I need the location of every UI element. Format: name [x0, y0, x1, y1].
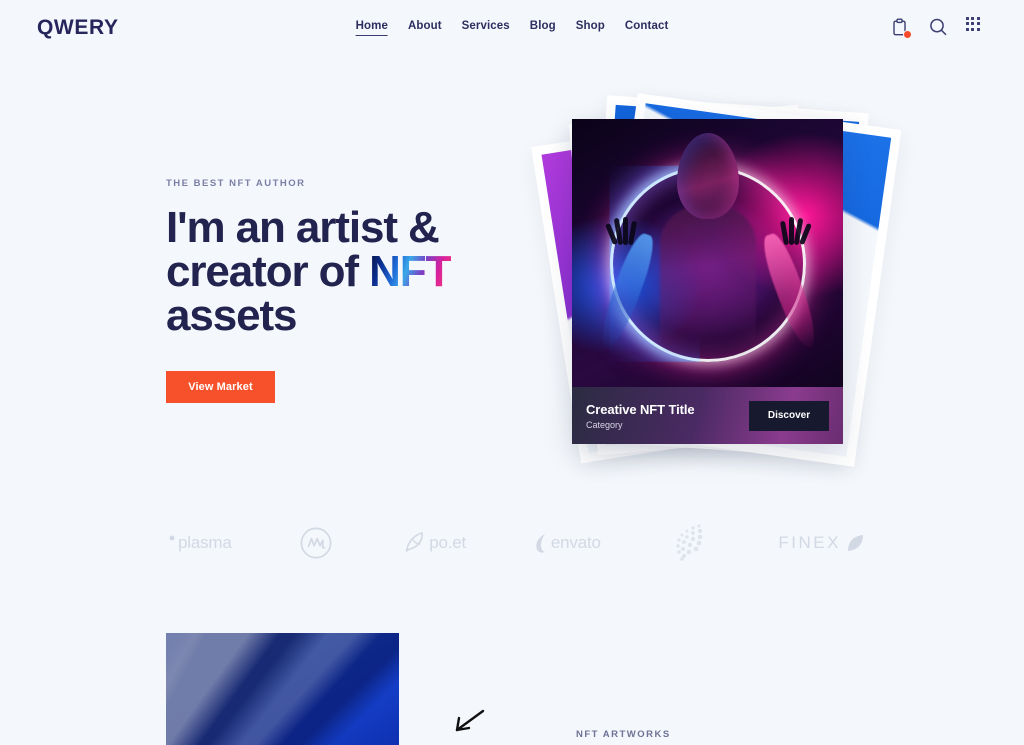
nav-item-about[interactable]: About: [408, 20, 442, 36]
site-header: QWERY Home About Services Blog Shop Cont…: [0, 0, 1024, 56]
partner-logo-envato[interactable]: envato: [534, 522, 601, 564]
partner-label-plasma: plasma: [178, 533, 232, 552]
nft-artwork-thumbnail[interactable]: [166, 633, 399, 745]
cart-badge: [903, 30, 912, 39]
hero-title-highlight: NFT: [369, 247, 452, 296]
grid-dot: [976, 27, 980, 31]
partner-logo-finex[interactable]: FINEX: [778, 522, 866, 564]
discover-button[interactable]: Discover: [749, 400, 829, 431]
partner-logo-strip: plasma po.et envato FINEX: [166, 518, 866, 568]
grid-dot: [966, 22, 969, 26]
grid-dot: [976, 17, 980, 20]
view-market-button[interactable]: View Market: [166, 371, 275, 403]
nft-card-category: Category: [586, 419, 623, 430]
nav-item-blog[interactable]: Blog: [530, 20, 556, 36]
partner-label-envato: envato: [550, 533, 601, 552]
nav-item-services[interactable]: Services: [462, 20, 510, 36]
nft-card-title: Creative NFT Title: [586, 401, 695, 417]
hero-eyebrow: THE BEST NFT AUTHOR: [166, 178, 306, 189]
partner-logo-coinmarketcap[interactable]: [299, 522, 333, 564]
cart-icon[interactable]: [890, 17, 912, 39]
hero-title-line-2: creator of: [166, 247, 370, 296]
nft-card-stack: Creative NFT Title Category Discover: [531, 93, 902, 467]
site-logo[interactable]: QWERY: [37, 16, 119, 40]
nft-card-text: Creative NFT Title Category: [586, 402, 749, 430]
grid-dot: [971, 17, 975, 20]
grid-dot: [966, 27, 969, 31]
nav-item-shop[interactable]: Shop: [576, 20, 605, 36]
search-icon[interactable]: [928, 17, 948, 37]
arrow-down-left-icon: [452, 708, 486, 738]
main-navigation: Home About Services Blog Shop Contact: [355, 20, 669, 36]
hero-title-line-3: assets: [166, 291, 298, 340]
grid-dot: [966, 17, 969, 20]
hero-text-block: THE BEST NFT AUTHOR I'm an artist & crea…: [166, 178, 546, 403]
partner-label-poet: po.et: [429, 533, 467, 552]
nft-card-caption: Creative NFT Title Category Discover: [572, 387, 843, 444]
partner-logo-plasma[interactable]: plasma: [166, 522, 232, 564]
hero-title-line-1: I'm an artist &: [166, 203, 440, 252]
nav-item-contact[interactable]: Contact: [625, 20, 669, 36]
partner-logo-iota[interactable]: [669, 522, 711, 564]
figure-hand-right: [775, 215, 812, 249]
page-title: I'm an artist & creator of NFT assets: [166, 206, 546, 338]
header-icon-group: [890, 17, 986, 39]
figure-body: [659, 205, 756, 355]
grid-dot: [971, 22, 975, 26]
page-root: QWERY Home About Services Blog Shop Cont…: [0, 0, 1024, 745]
grid-menu-icon[interactable]: [966, 17, 986, 37]
nft-card-artwork: [572, 119, 843, 387]
grid-dot: [971, 27, 975, 31]
nft-artworks-label: NFT ARTWORKS: [576, 729, 671, 740]
nft-card-featured[interactable]: Creative NFT Title Category Discover: [572, 119, 843, 444]
grid-dot: [976, 22, 980, 26]
partner-logo-poet[interactable]: po.et: [401, 522, 466, 564]
figure-hand-left: [605, 215, 642, 249]
nav-item-home[interactable]: Home: [355, 20, 389, 36]
partner-label-finex: FINEX: [778, 533, 841, 552]
